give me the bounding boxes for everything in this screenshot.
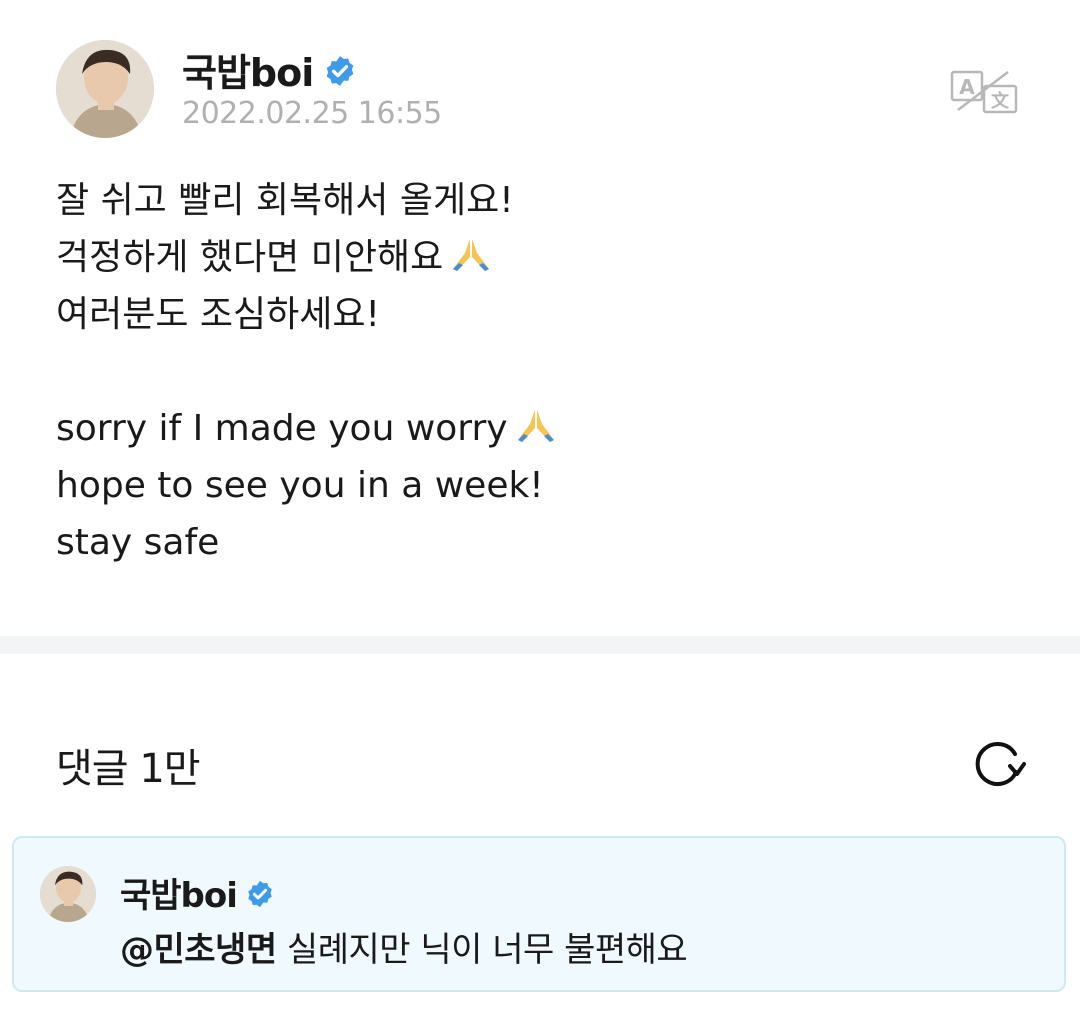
- comment-author-name[interactable]: 국밥boi: [120, 868, 275, 917]
- bottom-strip: [0, 1016, 1080, 1036]
- post-line: 잘 쉬고 빨리 회복해서 올게요!: [56, 180, 514, 221]
- post-line: stay safe: [56, 522, 220, 563]
- svg-text:文: 文: [991, 90, 1010, 112]
- verified-badge-icon: [323, 53, 357, 87]
- folded-hands-icon: [451, 233, 491, 290]
- comment-text: @민초냉면 실례지만 닉이 너무 불편해요: [120, 922, 688, 971]
- post-line: 걱정하게 했다면 미안해요: [56, 229, 1016, 286]
- post-timestamp: 2022.02.25 16:55: [182, 96, 442, 131]
- refresh-icon: [975, 742, 1026, 786]
- author-name-text[interactable]: 국밥boi: [182, 42, 314, 97]
- author-name[interactable]: 국밥boi: [182, 42, 357, 97]
- section-divider: [0, 636, 1080, 654]
- comments-count-header: 댓글 1만: [56, 746, 201, 792]
- translate-button[interactable]: A 文: [950, 68, 1020, 116]
- refresh-button[interactable]: [966, 736, 1028, 794]
- post-line: 여러분도 조심하세요!: [56, 294, 380, 335]
- post-line: sorry if I made you worry: [56, 400, 1016, 457]
- translate-icon: A 文: [950, 70, 1018, 114]
- comment-author-name-text[interactable]: 국밥boi: [120, 868, 238, 917]
- post-line: hope to see you in a week!: [56, 465, 544, 506]
- post-card: 국밥boi 2022.02.25 16:55 A 文 잘 쉬고 빨리 회복해서 …: [0, 0, 1080, 636]
- pinned-comment[interactable]: 국밥boi @민초냉면 실례지만 닉이 너무 불편해요: [12, 836, 1066, 992]
- post-line-blank: [56, 343, 1016, 400]
- comment-mention[interactable]: @민초냉면: [120, 930, 277, 970]
- post-body: 잘 쉬고 빨리 회복해서 올게요! 걱정하게 했다면 미안해요 여러분도 조심하…: [56, 172, 1016, 571]
- comment-author-avatar[interactable]: [40, 866, 96, 922]
- folded-hands-icon: [516, 404, 556, 461]
- comment-body: 실례지만 닉이 너무 불편해요: [276, 930, 688, 970]
- verified-badge-icon: [245, 878, 275, 908]
- author-avatar[interactable]: [56, 40, 154, 138]
- svg-text:A: A: [959, 75, 975, 99]
